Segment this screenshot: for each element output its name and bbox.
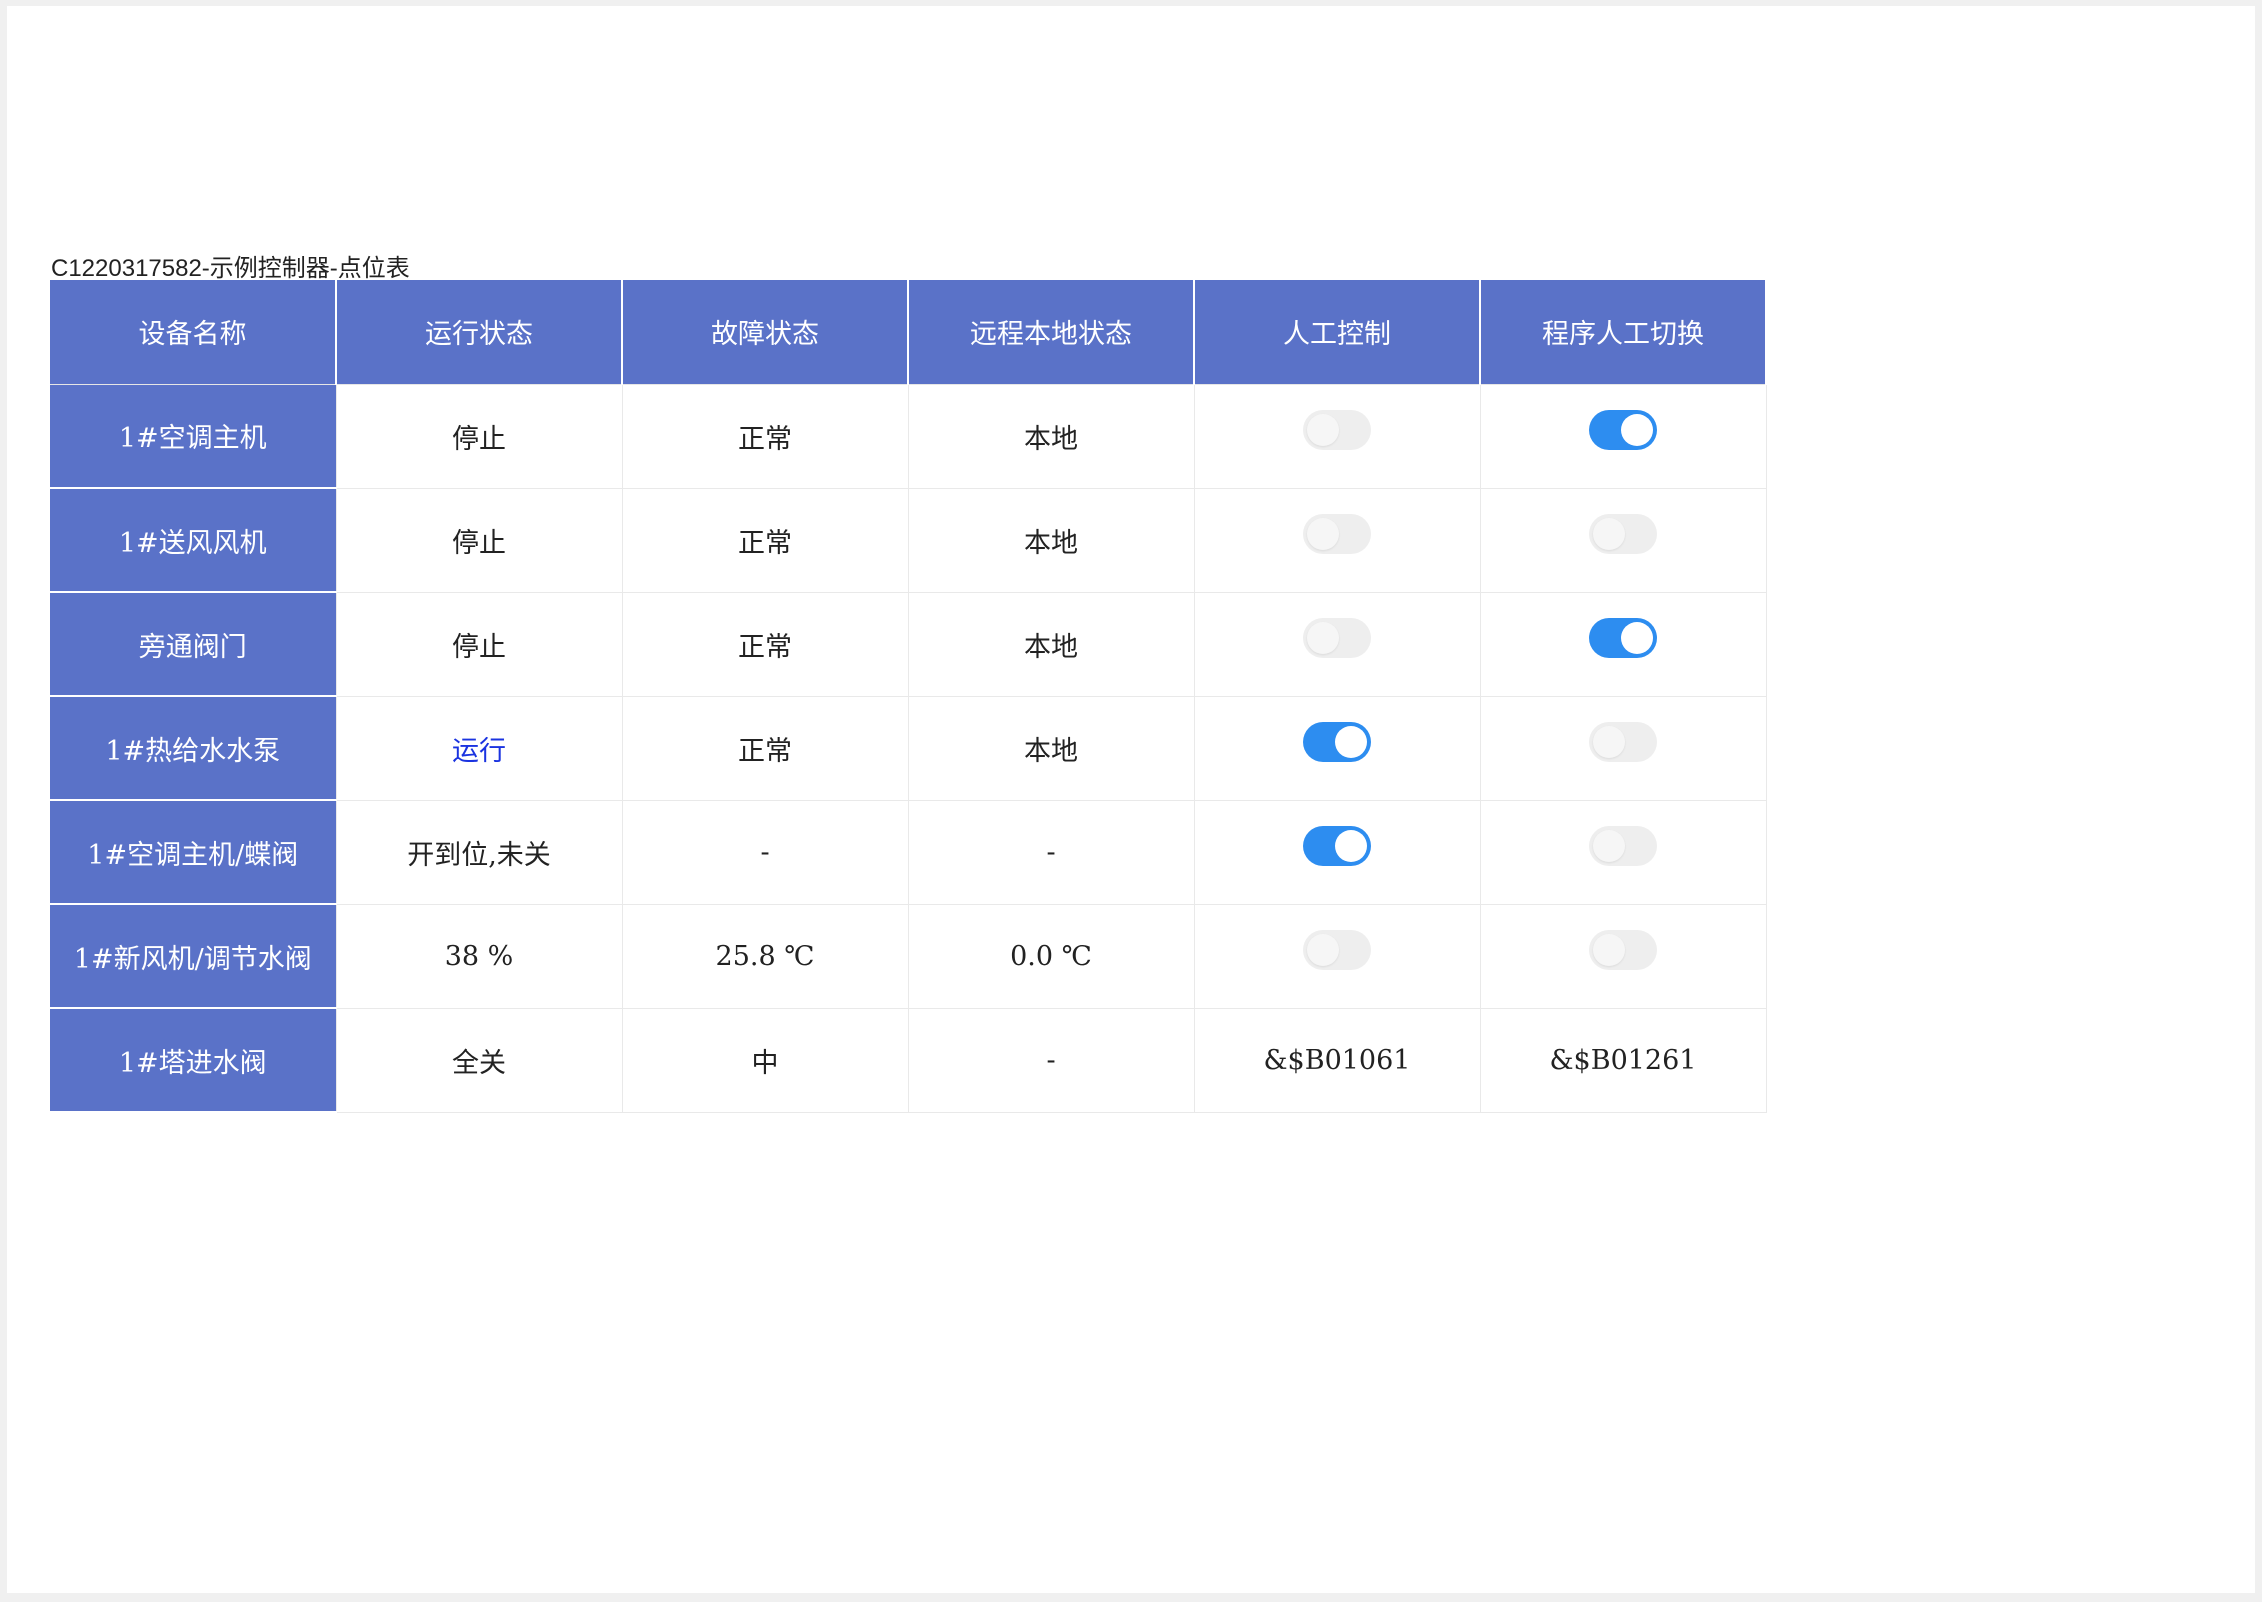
remote-status-cell: - [907,1007,1195,1113]
fault-status-cell: 正常 [621,383,909,489]
toggle-knob [1593,934,1625,966]
fault-status-cell: 正常 [621,695,909,801]
device-name-cell: 1#送风风机 [50,488,337,593]
toggle-knob [1335,830,1367,862]
header-remote-local-status: 远程本地状态 [907,280,1195,385]
remote-status-cell: 本地 [907,591,1195,697]
run-status-cell: 38 % [335,903,623,1009]
point-table: 设备名称 运行状态 故障状态 远程本地状态 人工控制 程序人工切换 1#空调主机… [50,280,1767,1113]
manual-control-cell [1193,903,1481,1009]
device-name-cell: 1#新风机/调节水阀 [50,904,337,1009]
header-manual-control: 人工控制 [1193,280,1481,385]
toggle-knob [1593,726,1625,758]
toggle-switch-off[interactable] [1303,930,1371,970]
toggle-knob [1307,518,1339,550]
manual-control-cell [1193,799,1481,905]
device-name-cell: 1#空调主机/蝶阀 [50,800,337,905]
fault-status-cell: 正常 [621,487,909,593]
toggle-switch-on[interactable] [1303,826,1371,866]
header-program-manual-switch: 程序人工切换 [1479,280,1767,385]
fault-status-cell: - [621,799,909,905]
run-status-cell: 停止 [335,591,623,697]
table-row: 1#热给水水泵 运行 正常 本地 [50,695,1767,801]
toggle-switch-on[interactable] [1589,410,1657,450]
remote-status-cell: 本地 [907,695,1195,801]
remote-status-cell: 0.0 ℃ [907,903,1195,1009]
toggle-knob [1335,726,1367,758]
toggle-knob [1307,934,1339,966]
run-status-cell: 开到位,未关 [335,799,623,905]
table-row: 1#新风机/调节水阀 38 % 25.8 ℃ 0.0 ℃ [50,903,1767,1009]
program-switch-cell [1479,799,1767,905]
program-switch-cell [1479,487,1767,593]
table-caption: C1220317582-示例控制器-点位表 [51,255,410,282]
fault-status-cell: 正常 [621,591,909,697]
toggle-switch-off[interactable] [1303,514,1371,554]
toggle-knob [1621,414,1653,446]
table-row: 1#送风风机 停止 正常 本地 [50,487,1767,593]
header-device-name: 设备名称 [50,280,337,385]
manual-control-cell [1193,591,1481,697]
program-switch-cell [1479,383,1767,489]
toggle-knob [1307,622,1339,654]
toggle-switch-off[interactable] [1589,930,1657,970]
toggle-knob [1593,518,1625,550]
table-row: 1#塔进水阀 全关 中 - &$B01061 &$B01261 [50,1007,1767,1113]
table-row: 1#空调主机 停止 正常 本地 [50,383,1767,489]
page-canvas: C1220317582-示例控制器-点位表 设备名称 运行状态 故障状态 远程本… [7,6,2255,1593]
device-name-cell: 1#空调主机 [50,384,337,489]
device-name-cell: 旁通阀门 [50,592,337,697]
program-switch-cell [1479,695,1767,801]
device-name-cell: 1#塔进水阀 [50,1008,337,1113]
table-row: 1#空调主机/蝶阀 开到位,未关 - - [50,799,1767,905]
run-status-cell: 运行 [335,695,623,801]
toggle-switch-on[interactable] [1303,722,1371,762]
toggle-knob [1621,622,1653,654]
manual-control-cell: &$B01061 [1193,1007,1481,1113]
remote-status-cell: 本地 [907,383,1195,489]
manual-control-cell [1193,695,1481,801]
run-status-cell: 全关 [335,1007,623,1113]
fault-status-cell: 中 [621,1007,909,1113]
toggle-switch-off[interactable] [1589,826,1657,866]
toggle-knob [1307,414,1339,446]
device-name-cell: 1#热给水水泵 [50,696,337,801]
remote-status-cell: 本地 [907,487,1195,593]
run-status-cell: 停止 [335,487,623,593]
fault-status-cell: 25.8 ℃ [621,903,909,1009]
header-row: 设备名称 运行状态 故障状态 远程本地状态 人工控制 程序人工切换 [50,280,1767,385]
table-row: 旁通阀门 停止 正常 本地 [50,591,1767,697]
toggle-switch-on[interactable] [1589,618,1657,658]
toggle-switch-off[interactable] [1589,722,1657,762]
program-switch-cell [1479,591,1767,697]
manual-control-cell [1193,383,1481,489]
toggle-switch-off[interactable] [1303,410,1371,450]
toggle-switch-off[interactable] [1589,514,1657,554]
run-status-cell: 停止 [335,383,623,489]
toggle-switch-off[interactable] [1303,618,1371,658]
toggle-knob [1593,830,1625,862]
header-fault-status: 故障状态 [621,280,909,385]
program-switch-cell [1479,903,1767,1009]
program-switch-cell: &$B01261 [1479,1007,1767,1113]
manual-control-cell [1193,487,1481,593]
header-run-status: 运行状态 [335,280,623,385]
remote-status-cell: - [907,799,1195,905]
